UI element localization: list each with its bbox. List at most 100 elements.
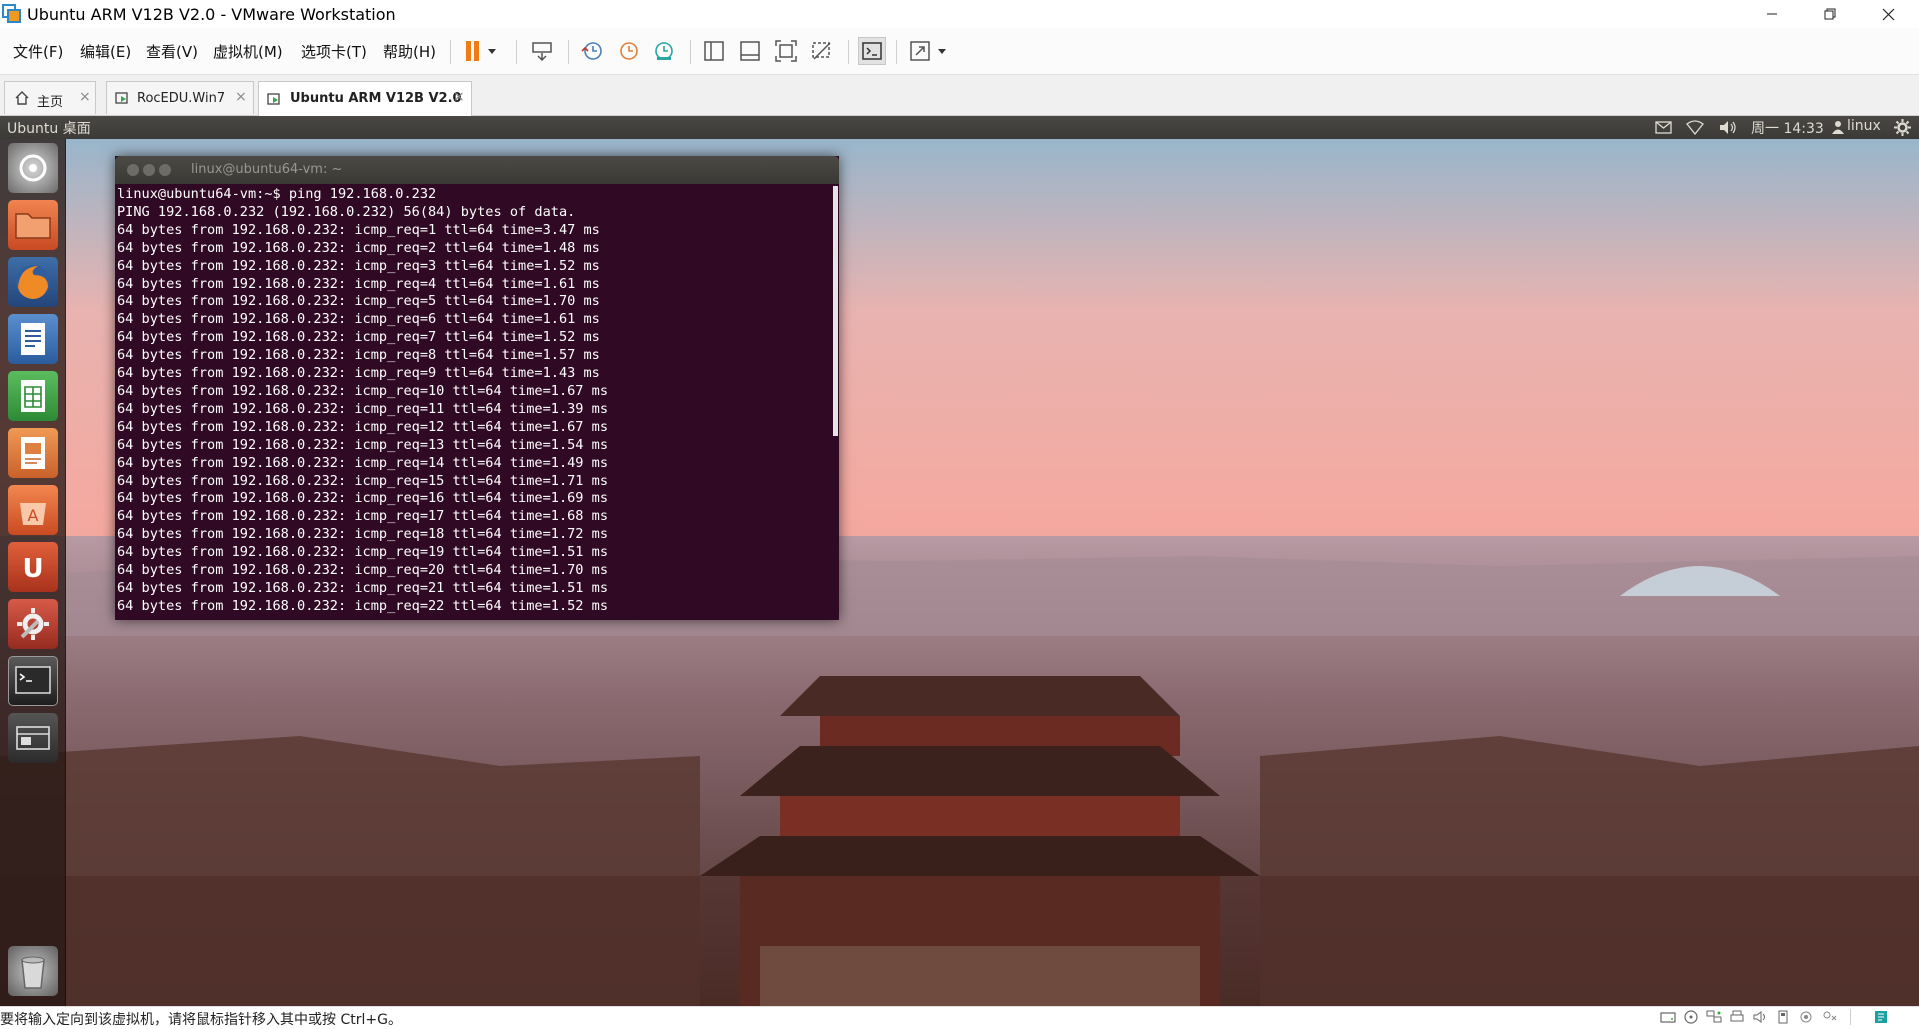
- terminal-line: 64 bytes from 192.168.0.232: icmp_req=12…: [117, 418, 609, 435]
- tab-close-rocedu[interactable]: ×: [235, 89, 247, 105]
- revert-snapshot-icon: [620, 42, 638, 60]
- stretch-icon: [910, 41, 946, 61]
- system-settings-icon[interactable]: [8, 599, 58, 649]
- mail-icon[interactable]: [1655, 121, 1672, 134]
- impress-icon[interactable]: [8, 428, 58, 478]
- terminal-line: 64 bytes from 192.168.0.232: icmp_req=15…: [117, 472, 609, 489]
- revert-snapshot-button[interactable]: [614, 37, 642, 65]
- pause-icon: [466, 41, 496, 61]
- terminal-scrollbar[interactable]: [833, 186, 838, 436]
- tab-rocedu-win7[interactable]: RocEDU.Win7 ×: [106, 81, 254, 114]
- session-gear-icon[interactable]: [1894, 119, 1911, 136]
- terminal-line: 64 bytes from 192.168.0.232: icmp_req=9 …: [117, 365, 600, 382]
- terminal-line: 64 bytes from 192.168.0.232: icmp_req=3 …: [117, 257, 600, 274]
- terminal-line: 64 bytes from 192.168.0.232: icmp_req=19…: [117, 544, 609, 561]
- menu-edit[interactable]: 编辑(E): [80, 41, 131, 62]
- software-center-icon[interactable]: A: [8, 485, 58, 535]
- terminal-line: 64 bytes from 192.168.0.232: icmp_req=5 …: [117, 293, 600, 310]
- ubuntu-one-icon[interactable]: U: [8, 542, 58, 592]
- ubuntu-top-panel: Ubuntu 桌面 周一 14:33 linux: [0, 116, 1919, 139]
- vm-tab-icon: [115, 92, 128, 104]
- terminal-line: 64 bytes from 192.168.0.232: icmp_req=14…: [117, 454, 609, 471]
- full-screen-icon: [775, 40, 797, 62]
- terminal-output[interactable]: linux@ubuntu64-vm:~$ ping 192.168.0.232 P…: [117, 186, 829, 620]
- full-screen-button[interactable]: [772, 37, 800, 65]
- terminal-title: linux@ubuntu64-vm: ~: [191, 162, 343, 177]
- user-icon: [1832, 121, 1844, 134]
- desktop-title: Ubuntu 桌面: [7, 121, 91, 137]
- menu-file[interactable]: 文件(F): [13, 41, 63, 62]
- trash-icon[interactable]: [8, 946, 58, 996]
- tab-close-home[interactable]: ×: [79, 89, 91, 105]
- terminal-window[interactable]: linux@ubuntu64-vm: ~ linux@ubuntu64-vm:~…: [115, 156, 839, 620]
- send-ctrl-alt-del-button[interactable]: [528, 37, 556, 65]
- dash-home-icon[interactable]: [8, 143, 58, 193]
- terminal-minimize-button[interactable]: [143, 164, 155, 176]
- close-icon: [1882, 8, 1894, 20]
- user-name[interactable]: linux: [1847, 118, 1881, 134]
- terminal-line: 64 bytes from 192.168.0.232: icmp_req=10…: [117, 382, 609, 399]
- terminal-line: 64 bytes from 192.168.0.232: icmp_req=8 …: [117, 347, 600, 364]
- console-icon: [862, 42, 882, 60]
- thumbnail-bar-button[interactable]: [736, 37, 764, 65]
- thumbnail-panel-icon: [740, 41, 760, 61]
- unity-button[interactable]: [808, 37, 836, 65]
- svg-text:U: U: [22, 554, 43, 584]
- vm-tools-status-icon[interactable]: [1873, 1010, 1889, 1024]
- workspace-switcher-icon[interactable]: [8, 713, 58, 763]
- files-icon[interactable]: [8, 200, 58, 250]
- close-button[interactable]: [1859, 0, 1917, 28]
- console-view-button[interactable]: [858, 37, 886, 65]
- clock[interactable]: 周一 14:33: [1751, 118, 1824, 138]
- pause-button[interactable]: [458, 37, 502, 65]
- snapshot-button[interactable]: [578, 37, 606, 65]
- network-icon[interactable]: [1686, 120, 1704, 135]
- menu-vm[interactable]: 虚拟机(M): [213, 41, 283, 62]
- minimize-icon: [1767, 13, 1777, 15]
- minimize-button[interactable]: [1743, 0, 1801, 28]
- menu-help[interactable]: 帮助(H): [383, 41, 436, 62]
- calc-icon[interactable]: [8, 371, 58, 421]
- tab-ubuntu-arm[interactable]: Ubuntu ARM V12B V2.0 ×: [258, 81, 472, 116]
- library-panel-icon: [704, 41, 724, 61]
- svg-text:A: A: [28, 506, 39, 525]
- terminal-line: 64 bytes from 192.168.0.232: icmp_req=2 …: [117, 239, 600, 256]
- snapshot-manager-button[interactable]: [650, 37, 678, 65]
- sound-status-icon[interactable]: [1752, 1010, 1768, 1024]
- stretch-view-button[interactable]: [906, 37, 956, 65]
- volume-icon[interactable]: [1718, 120, 1738, 135]
- network-adapter-status-icon[interactable]: [1706, 1010, 1722, 1024]
- tab-rocedu-label: RocEDU.Win7: [137, 91, 226, 106]
- display-status-icon[interactable]: [1798, 1010, 1814, 1024]
- snapshot-manager-icon: [655, 42, 673, 60]
- terminal-line: 64 bytes from 192.168.0.232: icmp_req=16…: [117, 490, 609, 507]
- menu-tabs[interactable]: 选项卡(T): [301, 41, 367, 62]
- terminal-line: 64 bytes from 192.168.0.232: icmp_req=13…: [117, 436, 609, 453]
- terminal-line: 64 bytes from 192.168.0.232: icmp_req=22…: [117, 597, 609, 614]
- terminal-icon[interactable]: [8, 656, 58, 706]
- usb-status-icon[interactable]: [1775, 1010, 1791, 1024]
- terminal-maximize-button[interactable]: [159, 164, 171, 176]
- vm-screen[interactable]: Ubuntu 桌面 周一 14:33 linux A U linux@ubunt…: [0, 116, 1919, 1006]
- hdd-status-icon[interactable]: [1660, 1010, 1676, 1024]
- terminal-titlebar[interactable]: linux@ubuntu64-vm: ~: [115, 156, 839, 184]
- cd-status-icon[interactable]: [1683, 1010, 1699, 1024]
- printer-status-icon[interactable]: [1729, 1010, 1745, 1024]
- terminal-line: 64 bytes from 192.168.0.232: icmp_req=1 …: [117, 221, 600, 238]
- menu-view[interactable]: 查看(V): [146, 41, 198, 62]
- terminal-line: linux@ubuntu64-vm:~$ ping 192.168.0.232: [117, 186, 437, 202]
- unity-launcher: A U: [0, 139, 66, 1006]
- tab-close-ubuntu[interactable]: ×: [453, 89, 465, 105]
- tab-home-label: 主页: [37, 95, 64, 110]
- status-message: 要将输入定向到该虚拟机，请将鼠标指针移入其中或按 Ctrl+G。: [0, 1012, 402, 1028]
- restore-button[interactable]: [1801, 0, 1859, 28]
- show-library-button[interactable]: [700, 37, 728, 65]
- tab-home[interactable]: 主页 ×: [4, 81, 96, 114]
- writer-icon[interactable]: [8, 314, 58, 364]
- terminal-close-button[interactable]: [127, 164, 139, 176]
- terminal-line: 64 bytes from 192.168.0.232: icmp_req=17…: [117, 508, 609, 525]
- firefox-icon[interactable]: [8, 257, 58, 307]
- terminal-line: 64 bytes from 192.168.0.232: icmp_req=20…: [117, 562, 609, 579]
- status-bar: 要将输入定向到该虚拟机，请将鼠标指针移入其中或按 Ctrl+G。: [0, 1006, 1919, 1028]
- message-log-icon[interactable]: [1821, 1010, 1837, 1024]
